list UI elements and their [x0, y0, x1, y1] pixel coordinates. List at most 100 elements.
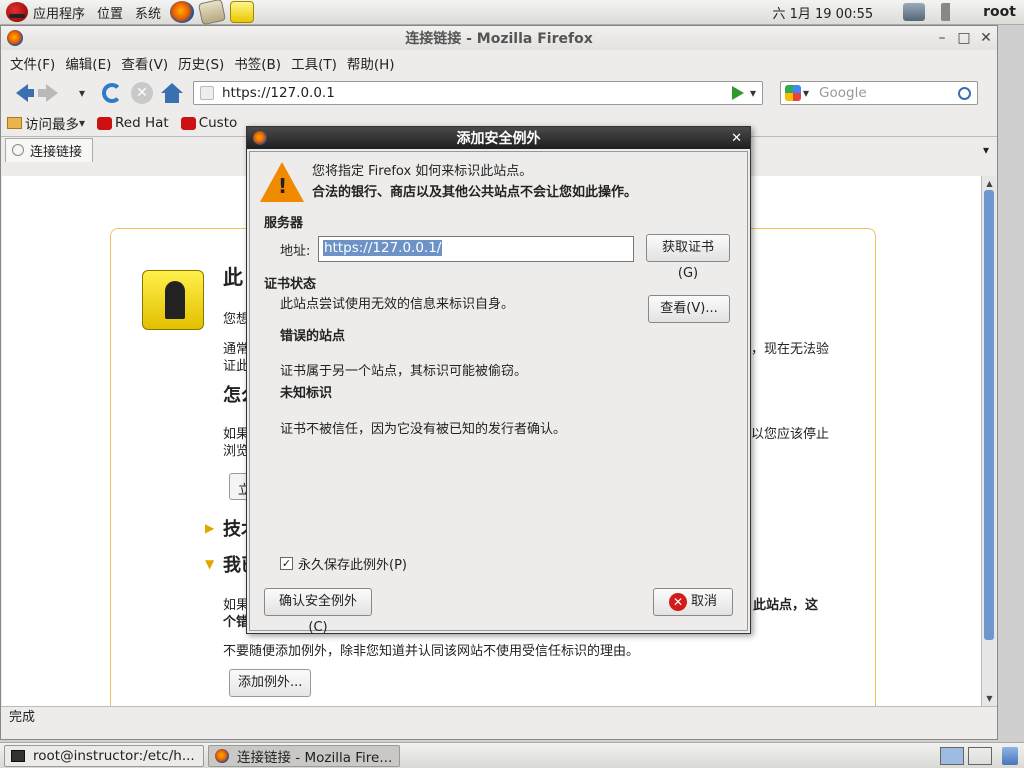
add-security-exception-dialog: 添加安全例外 ✕ ! 您将指定 Firefox 如何来标识此站点。 合法的银行、…	[246, 126, 751, 635]
dialog-titlebar[interactable]: 添加安全例外 ✕	[247, 127, 750, 149]
firefox-icon	[253, 131, 267, 145]
terminal-icon	[11, 749, 25, 762]
cancel-label: 取消	[690, 594, 717, 609]
search-engine-icon[interactable]	[785, 85, 801, 101]
tab-label: 连接链接	[30, 144, 83, 160]
window-titlebar[interactable]: 连接链接 - Mozilla Firefox – □ ✕	[1, 26, 997, 50]
scrollbar-thumb[interactable]	[984, 190, 994, 640]
warning-text: 不要随便添加例外，除非您知道并认同该网站不使用受信任标识的理由。	[223, 644, 640, 659]
clock[interactable]: 六 1月 19 00:55	[772, 3, 873, 22]
close-window-button[interactable]: ✕	[975, 27, 997, 49]
scroll-down-icon[interactable]: ▼	[984, 693, 995, 704]
tab-connection[interactable]: 连接链接	[5, 137, 94, 162]
home-button[interactable]	[157, 79, 187, 107]
page-text: 此站点，这	[753, 598, 819, 613]
forward-button[interactable]	[37, 79, 67, 107]
system-menu[interactable]: 系统	[129, 0, 167, 25]
scroll-up-icon[interactable]: ▲	[984, 178, 995, 189]
notes-launcher-icon[interactable]	[230, 1, 255, 23]
taskbar: root@instructor:/etc/h... 连接链接 - Mozilla…	[0, 742, 1024, 768]
expander-collapsed-icon[interactable]: ▶	[205, 521, 214, 535]
tab-site-icon	[12, 144, 24, 156]
history-dropdown-button[interactable]: ▾	[67, 79, 97, 107]
permanent-exception-checkbox[interactable]: ✓	[280, 557, 293, 570]
address-value: https://127.0.0.1/	[323, 240, 443, 256]
menu-edit[interactable]: 编辑(E)	[60, 53, 116, 73]
view-certificate-button[interactable]: 查看(V)...	[648, 295, 730, 323]
chevron-down-icon: ▾	[78, 86, 86, 100]
taskbar-terminal[interactable]: root@instructor:/etc/h...	[4, 744, 204, 767]
menu-view[interactable]: 查看(V)	[116, 53, 173, 73]
add-exception-button[interactable]: 添加例外...	[229, 669, 312, 697]
volume-icon[interactable]	[941, 3, 964, 21]
search-icon[interactable]	[958, 86, 971, 100]
warning-icon: !	[260, 162, 304, 202]
page-title: 此	[223, 265, 243, 289]
maximize-button[interactable]: □	[953, 27, 975, 49]
applications-menu[interactable]: 应用程序	[0, 0, 91, 25]
search-box[interactable]: ▾ Google	[780, 81, 978, 105]
address-input[interactable]: https://127.0.0.1/	[318, 236, 634, 262]
address-label: 地址:	[280, 244, 311, 259]
page-text: ，现在无法验	[751, 342, 830, 357]
server-heading: 服务器	[264, 216, 304, 231]
workspace-2[interactable]	[968, 746, 992, 765]
tab-list-button[interactable]: ▾	[983, 143, 989, 157]
unknown-identity-heading: 未知标识	[280, 386, 333, 401]
chevron-down-icon: ▾	[79, 116, 86, 130]
confirm-exception-button[interactable]: 确认安全例外(C)	[264, 588, 372, 635]
status-bar: 完成	[1, 706, 997, 728]
folder-icon	[7, 117, 22, 129]
wrong-site-text: 证书属于另一个站点，其标识可能被偷窃。	[280, 364, 528, 379]
menu-file[interactable]: 文件(F)	[5, 53, 60, 73]
top-panel: 应用程序 位置 系统 六 1月 19 00:55 root	[0, 0, 1024, 26]
search-input[interactable]: Google	[809, 85, 958, 101]
bookmark-red-hat[interactable]: Red Hat	[97, 115, 169, 131]
workspace-1[interactable]	[940, 746, 964, 765]
reload-button[interactable]	[97, 79, 127, 107]
site-identity-icon[interactable]	[200, 86, 214, 100]
firefox-icon	[7, 30, 23, 46]
menu-tools[interactable]: 工具(T)	[286, 53, 342, 73]
bookmark-label: Red Hat	[115, 115, 169, 131]
dialog-intro: 您将指定 Firefox 如何来标识此站点。	[312, 164, 533, 179]
firefox-icon	[215, 748, 229, 763]
vertical-scrollbar[interactable]: ▲ ▼	[981, 176, 996, 706]
menu-history[interactable]: 历史(S)	[173, 53, 229, 73]
menu-help[interactable]: 帮助(H)	[342, 53, 400, 73]
expander-expanded-icon[interactable]: ▼	[205, 557, 214, 571]
menubar: 文件(F) 编辑(E) 查看(V) 历史(S) 书签(B) 工具(T) 帮助(H…	[1, 50, 997, 76]
cert-status-text: 此站点尝试使用无效的信息来标识自身。	[280, 297, 515, 312]
close-icon[interactable]: ✕	[731, 131, 742, 146]
firefox-launcher-icon[interactable]	[170, 1, 195, 23]
unknown-identity-text: 证书不被信任，因为它没有被已知的发行者确认。	[280, 422, 567, 437]
user-menu[interactable]: root	[983, 4, 1016, 20]
taskbar-firefox[interactable]: 连接链接 - Mozilla Fire...	[208, 744, 400, 767]
places-menu[interactable]: 位置	[91, 0, 129, 25]
redhat-bookmark-icon	[180, 116, 196, 130]
forward-arrow-icon	[38, 84, 58, 102]
cancel-button[interactable]: ✕ 取消	[653, 588, 733, 616]
url-dropdown-icon[interactable]: ▾	[750, 86, 756, 100]
mail-launcher-icon[interactable]	[198, 0, 227, 26]
redhat-bookmark-icon	[97, 116, 113, 130]
taskbar-label: root@instructor:/etc/h...	[33, 747, 195, 764]
network-icon[interactable]	[903, 3, 926, 21]
menu-bookmarks[interactable]: 书签(B)	[229, 53, 286, 73]
stop-button[interactable]: ✕	[127, 79, 157, 107]
cert-status-heading: 证书状态	[264, 277, 317, 292]
url-text[interactable]: https://127.0.0.1	[222, 85, 732, 101]
get-certificate-button[interactable]: 获取证书(G)	[646, 234, 730, 281]
bookmark-most-visited[interactable]: 访问最多 ▾	[7, 113, 85, 133]
home-icon	[161, 83, 183, 103]
url-bar[interactable]: https://127.0.0.1 ▾	[193, 81, 763, 105]
go-arrow-icon[interactable]	[731, 86, 744, 100]
minimize-button[interactable]: –	[931, 27, 953, 49]
dialog-intro-warning: 合法的银行、商店以及其他公共站点不会让您如此操作。	[312, 185, 638, 200]
bookmark-customize[interactable]: Custo	[180, 115, 237, 131]
navigation-toolbar: ▾ ✕ https://127.0.0.1 ▾ ▾ Google	[1, 76, 997, 110]
redhat-logo-icon	[6, 2, 28, 22]
permanent-exception-label[interactable]: 永久保存此例外(P)	[298, 554, 407, 573]
back-button[interactable]	[7, 79, 37, 107]
trash-icon[interactable]	[1002, 746, 1018, 765]
